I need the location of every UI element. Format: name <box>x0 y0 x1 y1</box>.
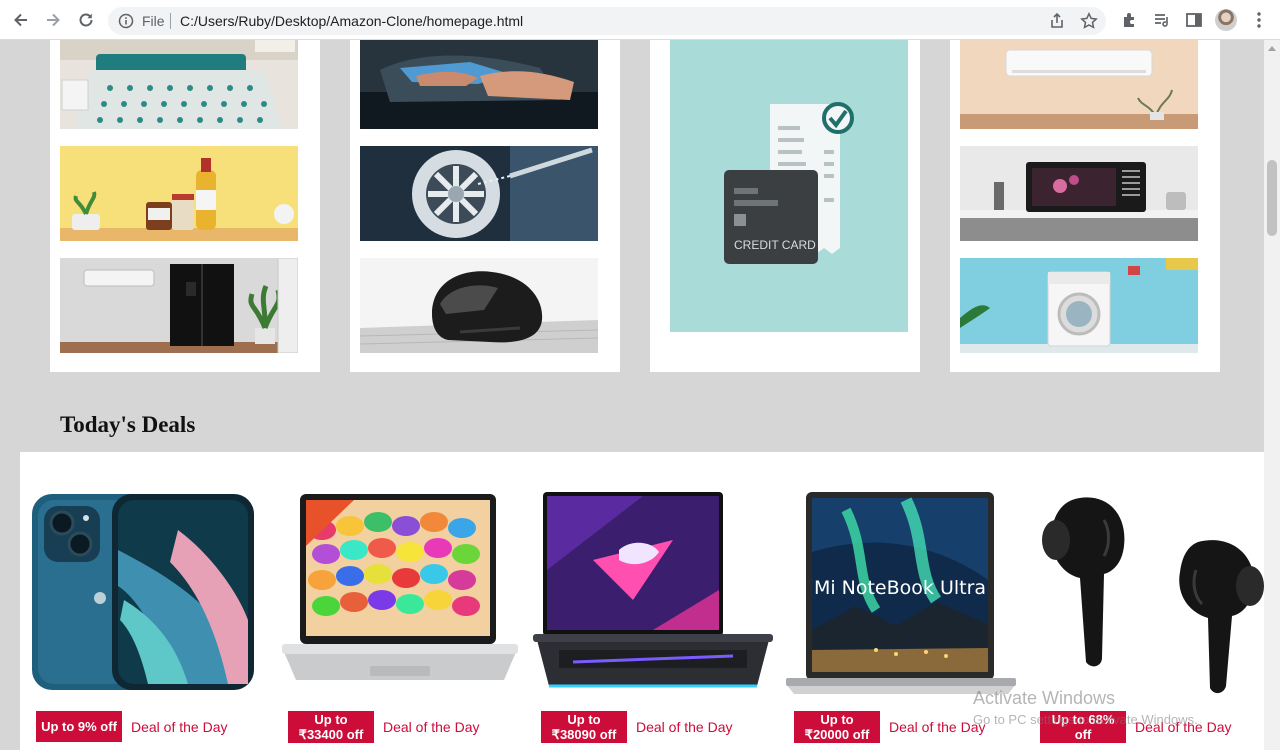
back-button[interactable] <box>9 8 33 32</box>
laptop-icon[interactable] <box>280 490 520 696</box>
reload-button[interactable] <box>74 8 98 32</box>
watermark-subtitle: Go to PC settings to activate Windows. <box>973 712 1198 727</box>
air-conditioner-image[interactable] <box>960 40 1198 129</box>
kitchen-products-image[interactable] <box>60 146 298 241</box>
deal-of-the-day-label: Deal of the Day <box>889 719 986 735</box>
scheme-separator <box>170 13 171 29</box>
activate-windows-watermark: Activate Windows Go to PC settings to ac… <box>973 688 1198 727</box>
url-scheme: File <box>142 13 165 29</box>
deal-card[interactable]: Up to ₹38090 off Deal of the Day <box>533 452 773 750</box>
category-card-home[interactable] <box>50 40 320 372</box>
category-card-credit-card[interactable]: CREDIT CARD <box>650 40 920 372</box>
reading-list-icon[interactable] <box>1152 10 1172 30</box>
microwave-oven-image[interactable] <box>960 146 1198 241</box>
page-scrollbar[interactable] <box>1264 40 1280 750</box>
category-card-car-care[interactable] <box>350 40 620 372</box>
deal-discount-badge: Up to ₹33400 off <box>288 711 374 743</box>
smartphone-icon[interactable] <box>28 490 268 696</box>
more-menu-icon[interactable] <box>1249 10 1269 30</box>
notebook-screen-text: Mi NoteBook Ultra <box>814 577 986 599</box>
forward-button[interactable] <box>41 8 65 32</box>
washing-machine-image[interactable] <box>960 258 1198 353</box>
car-wash-image[interactable] <box>360 146 598 241</box>
helmet-image[interactable] <box>360 258 598 353</box>
deal-of-the-day-label: Deal of the Day <box>636 719 733 735</box>
side-panel-icon[interactable] <box>1184 10 1204 30</box>
scrollbar-thumb[interactable] <box>1267 160 1277 236</box>
gaming-laptop-icon[interactable] <box>533 490 773 696</box>
bedsheet-image[interactable] <box>60 40 298 129</box>
browser-toolbar: File C:/Users/Ruby/Desktop/Amazon-Clone/… <box>0 0 1280 40</box>
watermark-title: Activate Windows <box>973 688 1116 708</box>
bookmark-star-icon[interactable] <box>1080 12 1098 30</box>
deal-card[interactable]: Up to 9% off Deal of the Day <box>28 452 268 750</box>
earbuds-icon[interactable] <box>1032 490 1264 696</box>
url-text[interactable]: C:/Users/Ruby/Desktop/Amazon-Clone/homep… <box>180 13 523 29</box>
info-icon[interactable] <box>118 13 134 29</box>
profile-avatar[interactable] <box>1215 9 1237 31</box>
deal-discount-badge: Up to ₹38090 off <box>541 711 627 743</box>
share-icon[interactable] <box>1048 12 1066 30</box>
address-bar[interactable]: File C:/Users/Ruby/Desktop/Amazon-Clone/… <box>108 7 1106 35</box>
notebook-icon[interactable]: Mi NoteBook Ultra <box>786 490 1026 696</box>
appliances-image[interactable] <box>60 258 298 353</box>
forward-arrow-icon <box>47 13 60 27</box>
reload-icon <box>79 13 93 27</box>
deal-discount-badge: Up to 9% off <box>36 711 122 742</box>
category-card-appliances[interactable] <box>950 40 1220 372</box>
deal-card[interactable]: Up to ₹33400 off Deal of the Day <box>280 452 520 750</box>
deal-of-the-day-label: Deal of the Day <box>131 719 228 735</box>
scroll-up-arrow-icon[interactable] <box>1268 46 1276 51</box>
deal-discount-badge: Up to ₹20000 off <box>794 711 880 743</box>
extensions-puzzle-icon[interactable] <box>1120 10 1140 30</box>
credit-card-offer-image[interactable]: CREDIT CARD <box>670 40 908 332</box>
todays-deals-heading: Today's Deals <box>60 412 196 437</box>
credit-card-label: CREDIT CARD <box>734 238 816 252</box>
deal-of-the-day-label: Deal of the Day <box>383 719 480 735</box>
page-viewport: CREDIT CARD Today's Deals Up to 9% off D… <box>0 40 1264 750</box>
car-cleaning-image[interactable] <box>360 40 598 129</box>
back-arrow-icon <box>14 13 27 27</box>
